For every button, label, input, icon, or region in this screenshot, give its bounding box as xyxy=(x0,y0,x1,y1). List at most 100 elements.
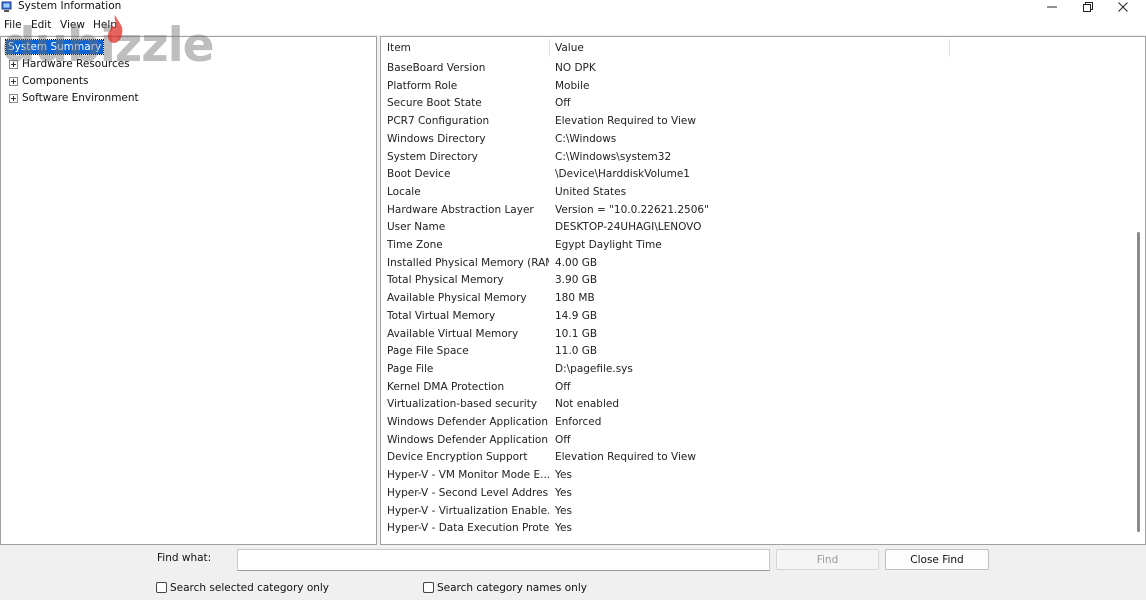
table-row[interactable]: Time Zone Egypt Daylight Time xyxy=(381,237,1131,255)
table-row[interactable]: Page File Space 11.0 GB xyxy=(381,343,1131,361)
system-information-icon xyxy=(1,1,12,12)
cell-item: Available Physical Memory xyxy=(387,292,527,305)
search-category-names-label: Search category names only xyxy=(437,582,587,594)
category-tree[interactable]: System Summary Hardware Resources Compon… xyxy=(0,36,377,545)
cell-value: Yes xyxy=(555,522,572,535)
table-row[interactable]: Installed Physical Memory (RAM) 4.00 GB xyxy=(381,255,1131,273)
cell-value: 3.90 GB xyxy=(555,274,598,287)
cell-value: Off xyxy=(555,97,571,110)
table-row[interactable]: BaseBoard Version NO DPK xyxy=(381,60,1131,78)
cell-item: Hyper-V - Virtualization Enable... xyxy=(387,504,549,517)
cell-item: User Name xyxy=(387,221,446,234)
cell-value: Yes xyxy=(555,504,572,517)
tree-item-label: Components xyxy=(22,75,89,87)
cell-value: Mobile xyxy=(555,79,590,92)
cell-value: Off xyxy=(555,380,571,393)
maximize-button[interactable] xyxy=(1076,0,1100,14)
expand-icon[interactable] xyxy=(9,94,18,103)
column-divider[interactable] xyxy=(549,39,550,57)
table-row[interactable]: Boot Device \Device\HarddiskVolume1 xyxy=(381,166,1131,184)
minimize-button[interactable] xyxy=(1040,0,1064,14)
table-row[interactable]: Locale United States xyxy=(381,184,1131,202)
cell-item: Total Virtual Memory xyxy=(387,309,496,322)
table-row[interactable]: Secure Boot State Off xyxy=(381,95,1131,113)
close-find-button[interactable]: Close Find xyxy=(885,549,989,570)
cell-value: Yes xyxy=(555,486,572,499)
find-button[interactable]: Find xyxy=(776,549,879,570)
window-title: System Information xyxy=(18,0,122,12)
cell-value: 11.0 GB xyxy=(555,345,598,358)
table-row[interactable]: Total Physical Memory 3.90 GB xyxy=(381,272,1131,290)
cell-value: NO DPK xyxy=(555,62,596,74)
table-row[interactable]: Page File D:\pagefile.sys xyxy=(381,361,1131,379)
table-row[interactable]: PCR7 Configuration Elevation Required to … xyxy=(381,113,1131,131)
cell-value: Enforced xyxy=(555,416,602,428)
cell-value: 10.1 GB xyxy=(555,327,598,340)
column-divider[interactable] xyxy=(949,39,950,57)
expand-icon[interactable] xyxy=(9,77,18,86)
cell-item: Boot Device xyxy=(387,168,451,181)
table-row[interactable]: Hardware Abstraction Layer Version = "10.… xyxy=(381,202,1131,220)
scroll-thumb[interactable] xyxy=(1137,232,1140,532)
table-row[interactable]: Available Virtual Memory 10.1 GB xyxy=(381,326,1131,344)
cell-item: Windows Defender Application... xyxy=(387,416,549,428)
cell-item: Hardware Abstraction Layer xyxy=(387,203,534,216)
table-row[interactable]: Windows Directory C:\Windows xyxy=(381,131,1131,149)
cell-item: Page File Space xyxy=(387,345,469,358)
cell-value: C:\Windows xyxy=(555,132,617,145)
table-row[interactable]: Hyper-V - Data Execution Prote... Yes xyxy=(381,520,1131,538)
find-what-label: Find what: xyxy=(157,552,212,564)
cell-value: C:\Windows\system32 xyxy=(555,150,672,163)
tree-item-label: Software Environment xyxy=(22,92,139,104)
cell-value: Off xyxy=(555,433,571,446)
search-category-names-checkbox[interactable] xyxy=(423,582,434,593)
table-row[interactable]: Hyper-V - Virtualization Enable... Yes xyxy=(381,503,1131,521)
column-header-item[interactable]: Item xyxy=(387,41,411,55)
title-bar: System Information xyxy=(0,0,1146,16)
cell-item: Virtualization-based security xyxy=(387,398,538,411)
table-row[interactable]: Kernel DMA Protection Off xyxy=(381,379,1131,397)
search-selected-category-checkbox[interactable] xyxy=(156,582,167,593)
table-row[interactable]: Hyper-V - VM Monitor Mode E... Yes xyxy=(381,467,1131,485)
cell-value: Elevation Required to View xyxy=(555,115,696,128)
table-row[interactable]: Virtualization-based security Not enabled xyxy=(381,396,1131,414)
cell-item: Total Physical Memory xyxy=(387,274,504,287)
cell-item: Installed Physical Memory (RAM) xyxy=(387,256,549,269)
close-icon xyxy=(1118,2,1128,12)
cell-item: Kernel DMA Protection xyxy=(387,380,505,393)
cell-value: Version = "10.0.22621.2506" xyxy=(555,203,709,216)
cell-item: Device Encryption Support xyxy=(387,451,528,464)
table-row[interactable]: System Directory C:\Windows\system32 xyxy=(381,149,1131,167)
cell-item: Hyper-V - VM Monitor Mode E... xyxy=(387,469,549,482)
cell-item: Hyper-V - Data Execution Prote... xyxy=(387,522,549,535)
cell-item: Available Virtual Memory xyxy=(387,327,519,340)
cell-value: United States xyxy=(555,185,627,198)
cell-value: Yes xyxy=(555,469,572,482)
cell-item: Page File xyxy=(387,362,434,375)
table-row[interactable]: Hyper-V - Second Level Addres... Yes xyxy=(381,485,1131,503)
cell-value: 14.9 GB xyxy=(555,309,598,322)
cell-item: Time Zone xyxy=(387,239,443,251)
table-row[interactable]: Device Encryption Support Elevation Requi… xyxy=(381,449,1131,467)
close-button[interactable] xyxy=(1111,0,1135,14)
cell-value: Egypt Daylight Time xyxy=(555,239,662,251)
table-row[interactable]: Platform Role Mobile xyxy=(381,78,1131,96)
details-list[interactable]: Item Value BaseBoard Version NO DPK Platfo… xyxy=(380,36,1146,545)
table-row[interactable]: User Name DESKTOP-24UHAGI\LENOVO xyxy=(381,219,1131,237)
column-header-value[interactable]: Value xyxy=(555,41,584,55)
table-row[interactable]: Windows Defender Application... Enforced xyxy=(381,414,1131,432)
find-what-input[interactable] xyxy=(237,549,770,571)
cell-value: DESKTOP-24UHAGI\LENOVO xyxy=(555,221,702,234)
cell-item: Hyper-V - Second Level Addres... xyxy=(387,486,549,499)
table-row[interactable]: Total Virtual Memory 14.9 GB xyxy=(381,308,1131,326)
cell-value: \Device\HarddiskVolume1 xyxy=(555,168,690,181)
cell-value: D:\pagefile.sys xyxy=(555,362,633,375)
cell-value: 4.00 GB xyxy=(555,256,598,269)
flame-icon xyxy=(107,15,123,43)
vertical-scrollbar[interactable] xyxy=(1133,37,1145,544)
cell-item: Locale xyxy=(387,185,421,198)
cell-item: Secure Boot State xyxy=(387,97,482,110)
cell-item: Platform Role xyxy=(387,79,458,92)
table-row[interactable]: Available Physical Memory 180 MB xyxy=(381,290,1131,308)
table-row[interactable]: Windows Defender Application... Off xyxy=(381,432,1131,450)
